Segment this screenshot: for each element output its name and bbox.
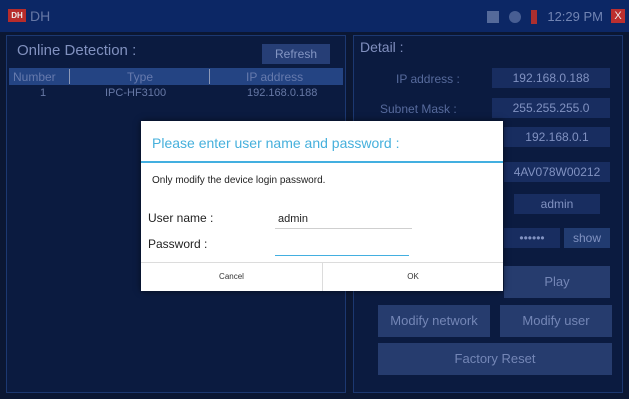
username-label: User name :: [148, 211, 214, 225]
dialog-message: Only modify the device login password.: [152, 175, 326, 186]
password-input[interactable]: [275, 237, 409, 256]
dialog-title: Please enter user name and password :: [152, 135, 400, 151]
password-label: Password :: [148, 237, 208, 251]
ok-button[interactable]: OK: [323, 263, 503, 291]
username-input[interactable]: [275, 210, 412, 229]
cancel-button[interactable]: Cancel: [141, 263, 322, 291]
dialog-title-divider: [141, 161, 503, 163]
login-dialog: Please enter user name and password : On…: [141, 121, 503, 291]
